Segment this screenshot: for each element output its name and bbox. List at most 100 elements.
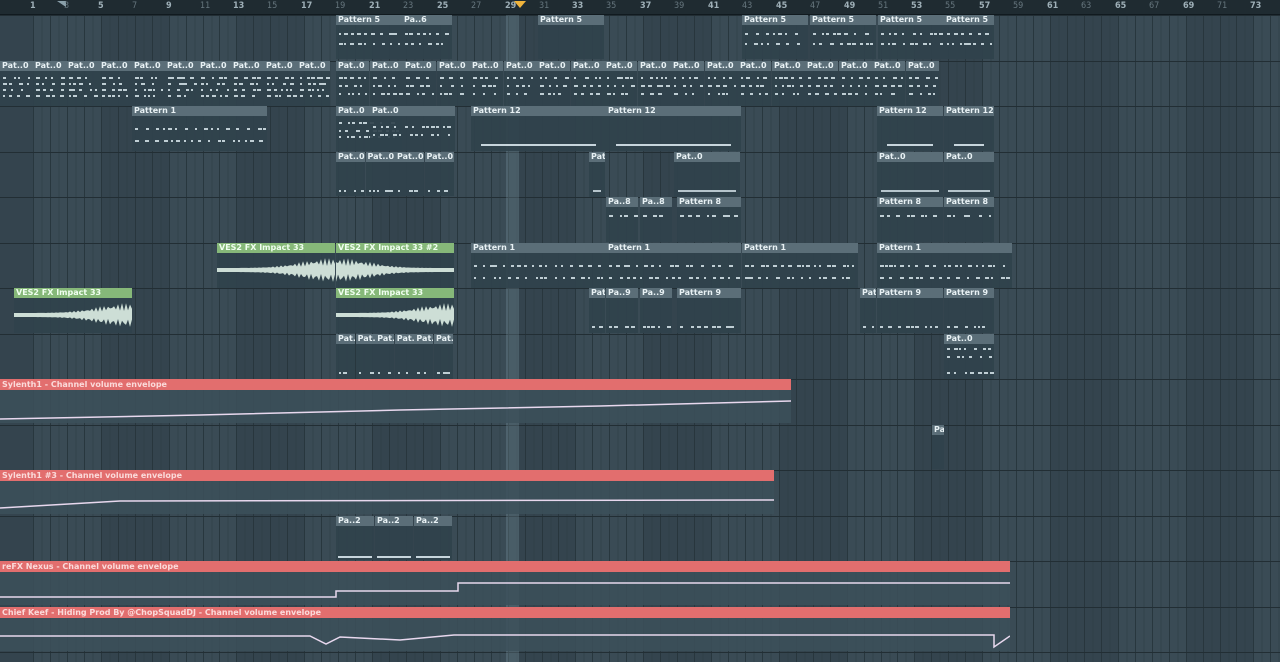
audio-clip[interactable]: VES2 FX Impact 33: [217, 243, 335, 288]
pattern-clip[interactable]: Pattern 1: [606, 243, 741, 288]
pattern-clip[interactable]: Pat..0: [264, 61, 297, 106]
pattern-clip[interactable]: Pa..2: [336, 516, 374, 560]
pattern-clip[interactable]: Pat..0: [394, 334, 414, 379]
pattern-clip[interactable]: Pat..0: [872, 61, 905, 106]
pattern-clip[interactable]: Pa..8: [640, 197, 672, 242]
pattern-clip[interactable]: Pat..0: [738, 61, 771, 106]
pattern-clip[interactable]: Pat..0: [839, 61, 872, 106]
pattern-clip[interactable]: Pa..9: [606, 288, 638, 333]
pattern-clip[interactable]: Pat..0: [437, 61, 470, 106]
pattern-clip[interactable]: Pattern 1: [132, 106, 267, 151]
pattern-clip[interactable]: Pattern 5: [336, 15, 402, 59]
note-preview: [741, 77, 768, 95]
pattern-clip[interactable]: Pat..0: [434, 334, 453, 379]
pattern-clip[interactable]: Pat..0: [604, 61, 637, 106]
note-preview: [863, 326, 874, 328]
pattern-clip[interactable]: Pattern 9: [877, 288, 943, 333]
pattern-clip[interactable]: Pattern 12: [471, 106, 606, 151]
pattern-clip[interactable]: Pat..0: [504, 61, 537, 106]
pattern-clip[interactable]: Pat..0: [99, 61, 132, 106]
pattern-clip[interactable]: Pat..0: [860, 288, 876, 333]
pattern-clip[interactable]: Pat..0: [944, 334, 994, 379]
pattern-clip[interactable]: Pat..0: [365, 152, 395, 196]
pattern-clip[interactable]: Pat..0: [297, 61, 330, 106]
pattern-clip[interactable]: Pat..0: [772, 61, 805, 106]
song-start-marker-icon[interactable]: [0, 0, 14, 14]
pattern-clip[interactable]: Pat..0: [424, 152, 454, 196]
note-preview: [339, 190, 364, 192]
pattern-clip[interactable]: Pa..6: [402, 15, 452, 59]
pattern-clip[interactable]: Pat..0: [414, 334, 434, 379]
pattern-clip[interactable]: Pattern 12: [877, 106, 943, 151]
pattern-clip[interactable]: Pat..0: [906, 61, 939, 106]
pattern-clip[interactable]: Pat..0: [403, 61, 436, 106]
pattern-clip[interactable]: Pat..0: [638, 61, 671, 106]
bar-number-45: 45: [776, 1, 788, 11]
pattern-clip[interactable]: Pat..0: [571, 61, 604, 106]
pattern-clip[interactable]: Pat..0: [355, 334, 375, 379]
pattern-clip[interactable]: Pat..0: [33, 61, 66, 106]
pattern-clip[interactable]: Pat..0: [375, 334, 395, 379]
pattern-clip[interactable]: Pat..0: [537, 61, 570, 106]
pattern-clip[interactable]: Pattern 5: [810, 15, 876, 59]
pattern-clip[interactable]: Pat..0: [132, 61, 165, 106]
pattern-clip[interactable]: Pat..0: [470, 61, 503, 106]
pattern-clip[interactable]: Pat..0: [336, 61, 369, 106]
pattern-clip[interactable]: Pattern 8: [944, 197, 994, 242]
pattern-clip[interactable]: Pattern 9: [944, 288, 994, 333]
pattern-clip[interactable]: Pat..0: [336, 152, 365, 196]
pattern-clip[interactable]: Pattern 8: [877, 197, 943, 242]
automation-clip[interactable]: Sylenth1 - Channel volume envelope: [0, 379, 791, 423]
automation-clip[interactable]: Sylenth1 #3 - Channel volume envelope: [0, 470, 774, 514]
pattern-clip[interactable]: Pat..0: [671, 61, 704, 106]
pattern-clip[interactable]: Pattern 5: [944, 15, 994, 59]
note-preview: [338, 556, 372, 558]
timeline-ruler[interactable]: 1 3 5 7 9 11 13 15 17 19 21 23 25 27 29 31 33 35 37 39 41 43 4…: [0, 0, 1280, 15]
note-preview: [416, 556, 450, 558]
pattern-clip[interactable]: Pattern 1: [471, 243, 606, 288]
pattern-clip[interactable]: Pat..0: [336, 334, 355, 379]
pattern-clip[interactable]: Pattern 1: [877, 243, 1012, 288]
pattern-clip[interactable]: Pattern 5: [878, 15, 944, 59]
pattern-clip[interactable]: Pat..0: [0, 61, 33, 106]
bar-number-21: 21: [369, 1, 381, 11]
pattern-clip[interactable]: Pattern 12: [606, 106, 741, 151]
note-preview: [36, 77, 65, 97]
pattern-clip[interactable]: Pat..0: [198, 61, 231, 106]
pattern-clip[interactable]: Pat..0: [705, 61, 738, 106]
pattern-clip[interactable]: Pat..0: [589, 288, 605, 333]
pattern-clip[interactable]: Pat..0: [165, 61, 198, 106]
pattern-clip[interactable]: Pattern 9: [677, 288, 741, 333]
pattern-clip[interactable]: Pa..2: [375, 516, 413, 560]
audio-clip[interactable]: VES2 FX Impact 33 #2: [336, 243, 454, 288]
pattern-clip[interactable]: Pattern 1: [742, 243, 858, 288]
bar-number-25: 25: [437, 1, 449, 11]
pattern-clip[interactable]: Pa..8: [606, 197, 638, 242]
audio-clip[interactable]: VES2 FX Impact 33: [14, 288, 132, 333]
pattern-clip[interactable]: Pat..0: [944, 152, 994, 197]
pattern-clip[interactable]: Pat..0: [805, 61, 838, 106]
pattern-clip[interactable]: Pattern 5: [538, 15, 604, 59]
pattern-clip[interactable]: Pattern 5: [742, 15, 808, 59]
playlist-arrangement-area[interactable]: Pattern 5 Pa..6 Pattern 5 Pattern 5 Pattern …: [0, 15, 1280, 662]
pattern-clip[interactable]: Pattern 8: [677, 197, 741, 242]
pattern-clip[interactable]: Pat..0: [674, 152, 740, 197]
pattern-clip[interactable]: Pat..0: [877, 152, 943, 197]
pattern-clip[interactable]: Pat..0: [395, 152, 424, 196]
pattern-clip[interactable]: Pat..0: [370, 106, 455, 151]
automation-clip[interactable]: Chief Keef - Hiding Prod By @ChopSquadDJ…: [0, 607, 1010, 651]
note-preview: [427, 190, 448, 192]
pattern-clip[interactable]: Pat..0: [932, 425, 944, 469]
pattern-clip[interactable]: Pa..2: [414, 516, 452, 560]
pattern-clip[interactable]: Pa..9: [640, 288, 672, 333]
bar-number-61: 61: [1047, 1, 1059, 11]
pattern-clip[interactable]: Pat..0: [370, 61, 403, 106]
pattern-clip[interactable]: Pat..0: [589, 152, 605, 197]
pattern-clip[interactable]: Pat..0: [231, 61, 264, 106]
pattern-clip[interactable]: Pattern 12: [944, 106, 994, 151]
bar-number-39: 39: [674, 1, 685, 11]
automation-clip[interactable]: reFX Nexus - Channel volume envelope: [0, 561, 1010, 605]
pattern-clip[interactable]: Pat..0: [66, 61, 99, 106]
audio-clip[interactable]: VES2 FX Impact 33: [336, 288, 454, 333]
note-preview: [909, 77, 938, 95]
